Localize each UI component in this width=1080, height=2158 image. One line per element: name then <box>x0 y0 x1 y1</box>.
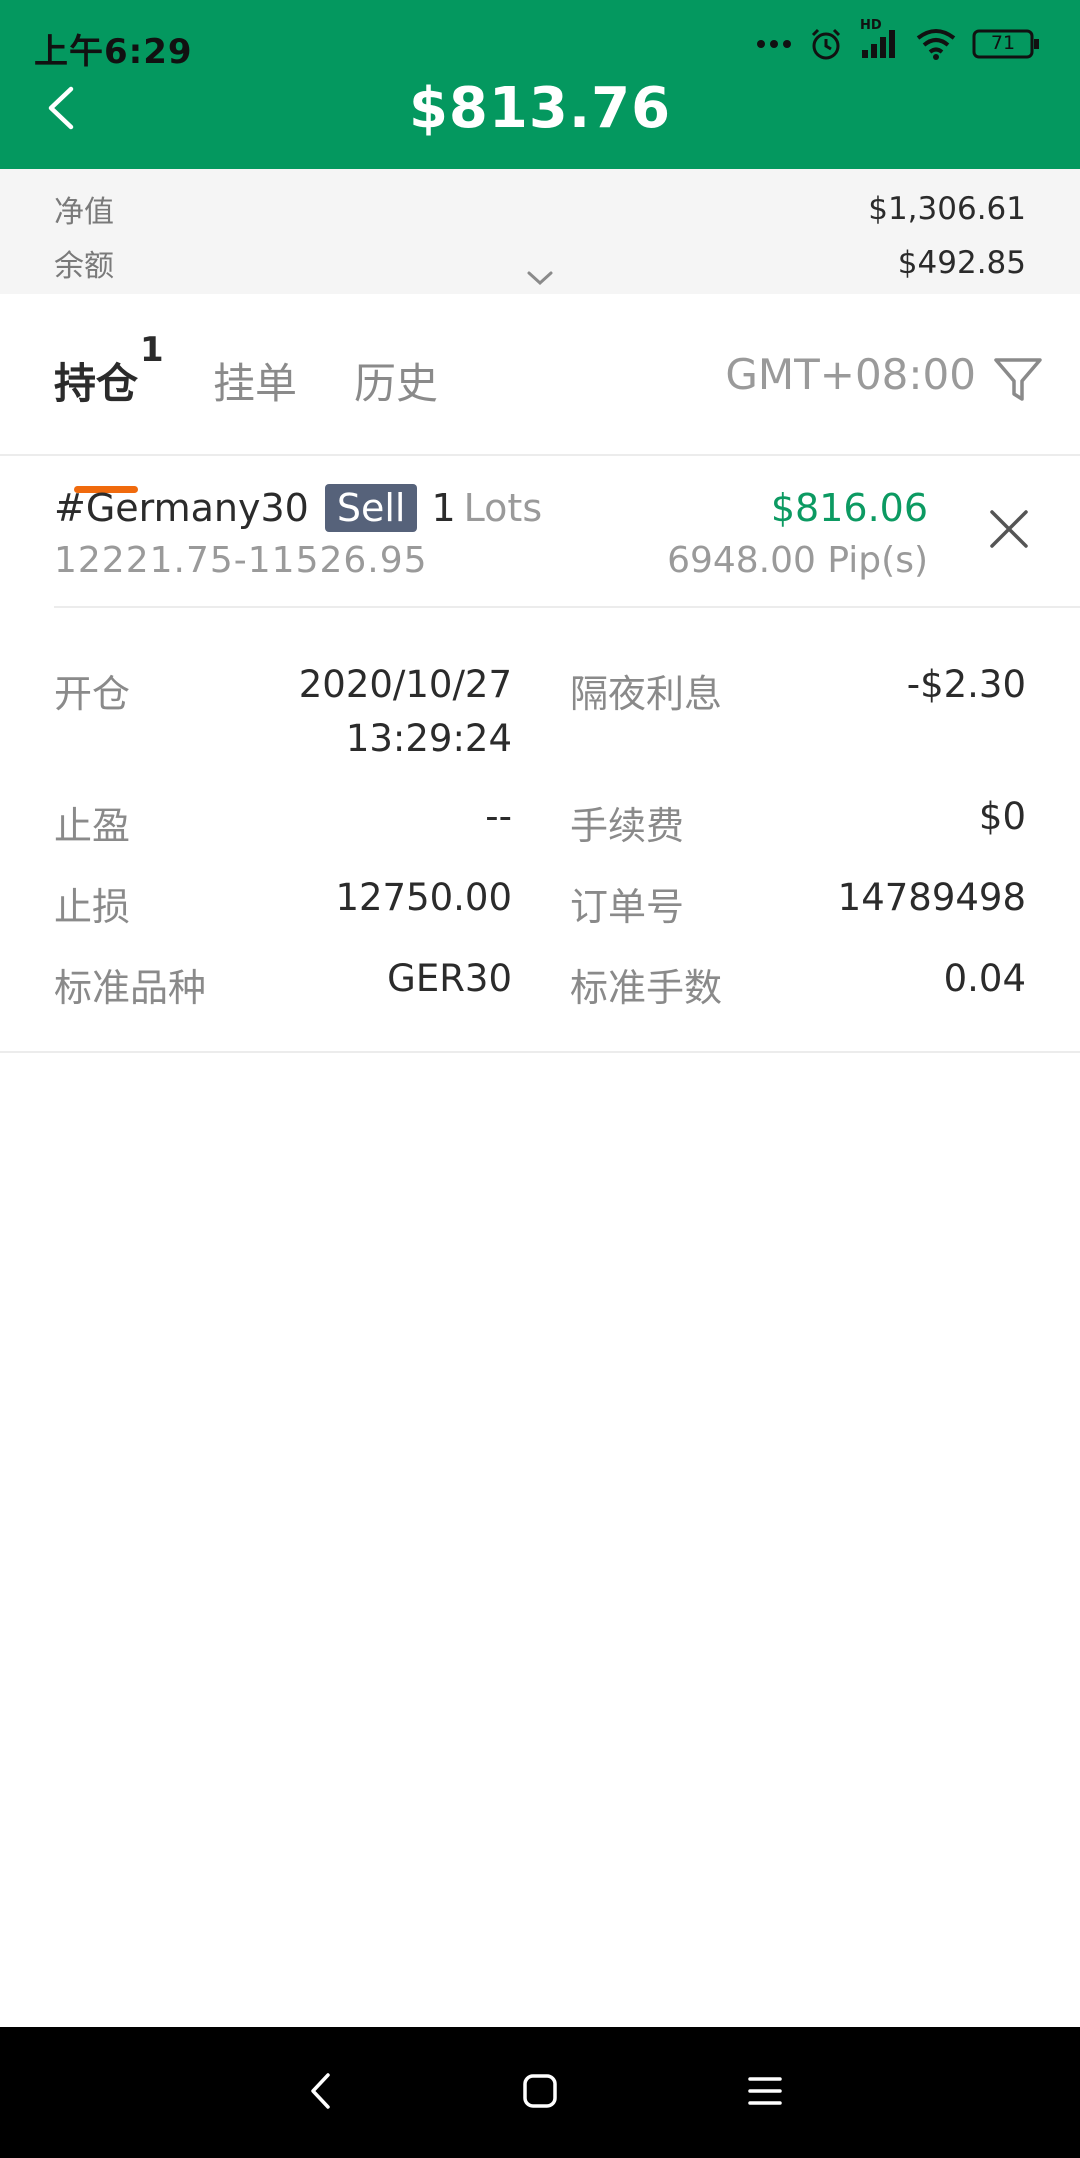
filter-icon <box>992 358 1044 410</box>
swap-value: -$2.30 <box>906 663 1026 706</box>
price-range: 12221.75-11526.95 <box>54 540 428 581</box>
expand-summary-button[interactable] <box>520 265 560 295</box>
position-symbol: #Germany30 <box>54 486 309 530</box>
signal-icon: HD <box>860 18 900 60</box>
take-profit-label: 止盈 <box>54 804 131 848</box>
system-nav-bar <box>0 2027 1080 2158</box>
equity-label: 净值 <box>54 195 114 230</box>
side-badge: Sell <box>324 484 418 532</box>
position-lots: 1 <box>431 486 456 530</box>
app-header: 上午6:29 HD 71 $813.76 <box>0 0 1080 169</box>
battery-level: 71 <box>990 32 1016 54</box>
tab-history-label: 历史 <box>354 359 439 408</box>
status-time: 上午6:29 <box>34 32 193 72</box>
status-icons: HD 71 <box>756 18 1040 62</box>
swap-label: 隔夜利息 <box>570 672 723 716</box>
nav-back-icon <box>308 2071 332 2115</box>
open-time: 13:29:24 <box>345 717 512 760</box>
wifi-icon <box>916 28 956 60</box>
tab-pending-label: 挂单 <box>213 359 298 408</box>
take-profit-value: -- <box>485 795 512 838</box>
nav-home-icon <box>522 2073 558 2113</box>
position-row[interactable]: #Germany30 Sell 1 Lots 12221.75-11526.95… <box>0 454 1080 608</box>
nav-home-button[interactable] <box>510 2063 570 2123</box>
position-pips: 6948.00 Pip(s) <box>667 540 928 581</box>
stop-loss-label: 止损 <box>54 885 131 929</box>
equity-value: $1,306.61 <box>868 191 1026 227</box>
more-dots-icon <box>756 39 792 49</box>
tab-history[interactable]: 历史 <box>354 350 438 411</box>
standard-lots-label: 标准手数 <box>570 966 723 1010</box>
equity-row: 净值 $1,306.61 <box>54 189 1026 230</box>
nav-menu-button[interactable] <box>735 2063 795 2123</box>
position-header: #Germany30 Sell 1 Lots <box>54 484 542 532</box>
filter-button[interactable] <box>992 354 1044 406</box>
page-title: $813.76 <box>408 76 672 141</box>
position-lots-unit: Lots <box>463 486 543 530</box>
standard-symbol-label: 标准品种 <box>54 966 207 1010</box>
open-label: 开仓 <box>54 672 131 716</box>
open-date: 2020/10/27 <box>298 663 512 706</box>
nav-menu-icon <box>747 2075 783 2111</box>
tab-positions[interactable]: 持仓 1 <box>54 330 164 493</box>
position-details: 开仓 2020/10/27 13:29:24 隔夜利息 -$2.30 止盈 --… <box>0 607 1080 1053</box>
chevron-down-icon <box>526 270 554 290</box>
balance-label: 余额 <box>54 249 114 284</box>
account-summary: 净值 $1,306.61 余额 $492.85 <box>0 169 1080 294</box>
order-number-label: 订单号 <box>570 885 685 929</box>
battery-icon: 71 <box>972 29 1040 59</box>
order-number-value: 14789498 <box>837 876 1026 919</box>
close-position-button[interactable] <box>988 508 1030 550</box>
standard-lots-value: 0.04 <box>943 957 1026 1000</box>
network-label: HD <box>860 18 882 33</box>
alarm-icon <box>808 26 844 62</box>
timezone-label[interactable]: GMT+08:00 <box>725 350 976 399</box>
stop-loss-value: 12750.00 <box>335 876 512 919</box>
tab-positions-count: 1 <box>140 330 164 370</box>
tab-pending-orders[interactable]: 挂单 <box>213 350 297 411</box>
balance-value: $492.85 <box>897 245 1026 281</box>
close-icon <box>988 510 1030 554</box>
fee-value: $0 <box>978 795 1026 838</box>
nav-back-button[interactable] <box>290 2063 350 2123</box>
order-tabs: 持仓 1 挂单 历史 GMT+08:00 <box>0 294 1080 493</box>
standard-symbol-value: GER30 <box>387 957 512 1000</box>
tab-positions-label: 持仓 <box>54 359 139 408</box>
position-profit: $816.06 <box>770 486 928 530</box>
fee-label: 手续费 <box>570 804 685 848</box>
